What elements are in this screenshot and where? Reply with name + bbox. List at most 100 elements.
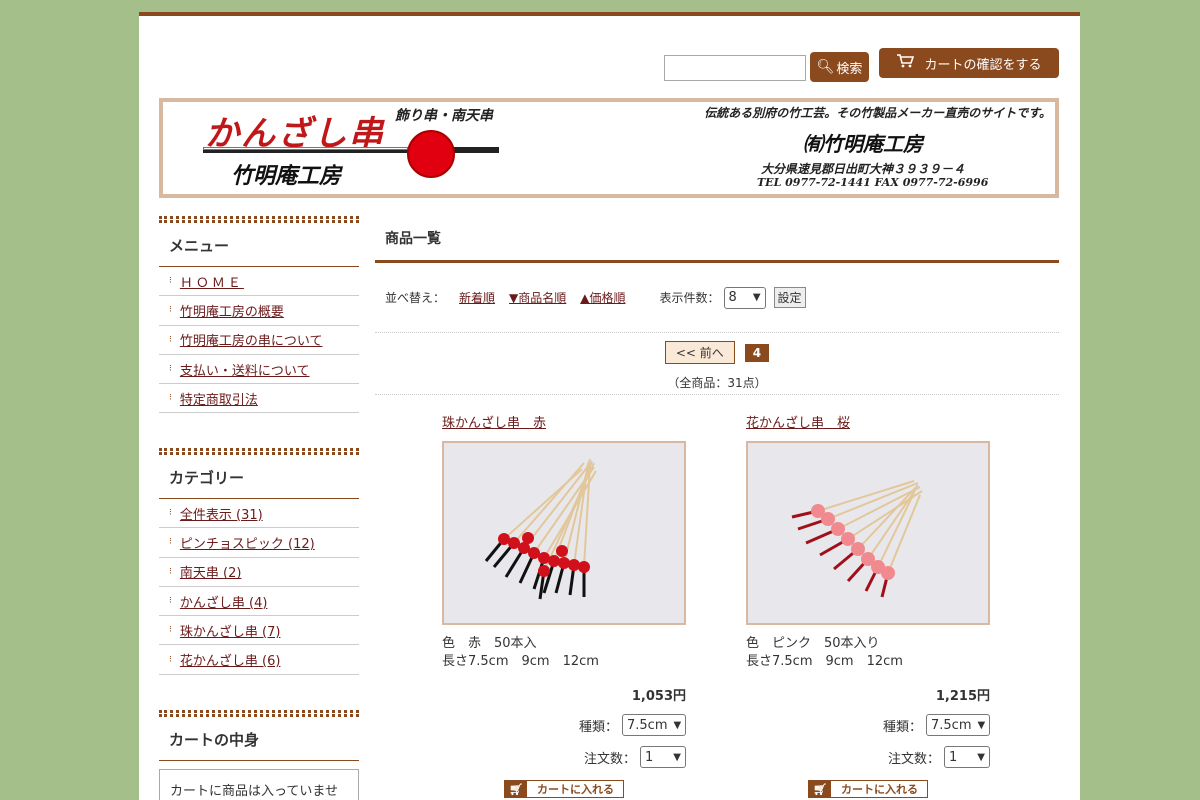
add-to-cart-button[interactable]: 🛒︎ カートに入れる — [504, 780, 624, 798]
product-color: 色 赤 50本入 — [442, 636, 537, 651]
sort-label: 並べ替え： — [385, 291, 446, 305]
logo-skewer-highlight — [203, 147, 408, 150]
prev-page-button[interactable]: << 前へ — [664, 341, 735, 364]
chevron-down-icon: ▼ — [752, 292, 761, 303]
cart-contents: カートに商品は入っていませ — [159, 769, 359, 800]
menu-item-skewers[interactable]: ⁝ 竹明庵工房の串について — [159, 326, 359, 355]
arrow-icon: ⁝ — [169, 393, 172, 404]
kind-value: 7.5cm — [931, 717, 972, 733]
site-banner[interactable]: かんざし串 飾り串・南天串 竹明庵工房 伝統ある別府の竹工芸。その竹製品メーカー… — [159, 98, 1059, 198]
category-item-pinchos[interactable]: ⁝ ピンチョスピック (12) — [159, 528, 359, 558]
kind-label: 種類： — [578, 719, 618, 735]
arrow-icon: ⁝ — [169, 364, 172, 375]
category-item-kanzashi[interactable]: ⁝ かんざし串 (4) — [159, 587, 359, 617]
arrow-icon: ⁝ — [169, 305, 172, 316]
category-item-all[interactable]: ⁝ 全件表示 (31) — [159, 499, 359, 529]
category-link[interactable]: ピンチョスピック (12) — [180, 533, 315, 552]
menu-link[interactable]: 特定商取引法 — [180, 389, 258, 408]
category-link[interactable]: かんざし串 (4) — [180, 592, 268, 611]
cart-icon — [896, 54, 915, 72]
product-description: 色 ピンク 50本入り 長さ7.5cm 9cm 12cm — [746, 635, 990, 671]
banner-company-name: ㈲竹明庵工房 — [803, 132, 923, 156]
page-container: 🔍︎ 検索 カートの確認をする かんざし串 飾り串・南天串 竹明庵工房 伝統ある… — [139, 12, 1080, 800]
page-title: 商品一覧 — [375, 228, 1059, 263]
kind-row: 種類： 7.5cm ▼ — [746, 714, 990, 736]
arrow-icon: ⁝ — [169, 566, 172, 577]
cart-title: カートの中身 — [159, 717, 359, 761]
main-content: 商品一覧 並べ替え： 新着順 ▼商品名順 ▲価格順 表示件数： 8 ▼ 設定 <… — [375, 228, 1059, 395]
menu-item-about[interactable]: ⁝ 竹明庵工房の概要 — [159, 296, 359, 326]
brand-logo-name: 竹明庵工房 — [231, 163, 342, 189]
category-link[interactable]: 花かんざし串 (6) — [180, 650, 281, 669]
product-image[interactable] — [746, 441, 990, 625]
search-input[interactable] — [664, 55, 806, 81]
arrow-icon: ⁝ — [169, 654, 172, 665]
product-price: 1,053円 — [631, 689, 686, 704]
view-cart-button[interactable]: カートの確認をする — [879, 48, 1059, 78]
banner-tagline: 伝統ある別府の竹工芸。その竹製品メーカー直売のサイトです。 — [704, 106, 1051, 120]
kind-label: 種類： — [882, 719, 922, 735]
kind-value: 7.5cm — [627, 717, 668, 733]
divider — [159, 216, 359, 223]
qty-row: 注文数： 1 ▼ — [442, 746, 686, 768]
product-description: 色 赤 50本入 長さ7.5cm 9cm 12cm — [442, 635, 686, 671]
chevron-down-icon: ▼ — [977, 751, 985, 763]
qty-label: 注文数： — [583, 751, 636, 767]
category-link[interactable]: 南天串 (2) — [180, 562, 242, 581]
add-to-cart-label: カートに入れる — [841, 783, 918, 796]
kind-select[interactable]: 7.5cm ▼ — [622, 714, 686, 736]
current-page: 4 — [744, 343, 770, 362]
category-title: カテゴリー — [159, 455, 359, 499]
add-to-cart-button[interactable]: 🛒︎ カートに入れる — [808, 780, 928, 798]
product-price: 1,215円 — [935, 689, 990, 704]
menu-link[interactable]: 竹明庵工房の串について — [180, 330, 323, 349]
menu-link[interactable]: ＨＯＭＥ — [180, 272, 244, 291]
category-item-tama[interactable]: ⁝ 珠かんざし串 (7) — [159, 616, 359, 646]
add-to-cart-label: カートに入れる — [537, 783, 614, 796]
divider — [159, 710, 359, 717]
total-count: （全商品：31点） — [667, 376, 767, 390]
arrow-icon: ⁝ — [169, 508, 172, 519]
product-title-link[interactable]: 珠かんざし串 赤 — [442, 416, 546, 431]
menu-item-payment[interactable]: ⁝ 支払い・送料について — [159, 355, 359, 385]
count-control: 表示件数： 8 ▼ 設定 — [660, 286, 806, 309]
arrow-icon: ⁝ — [169, 537, 172, 548]
menu-item-home[interactable]: ⁝ ＨＯＭＥ — [159, 267, 359, 297]
menu-link[interactable]: 支払い・送料について — [180, 360, 310, 379]
product-color: 色 ピンク 50本入り — [746, 636, 880, 651]
menu-link[interactable]: 竹明庵工房の概要 — [180, 301, 284, 320]
sort-newest-link[interactable]: 新着順 — [459, 289, 495, 306]
qty-select[interactable]: 1 ▼ — [640, 746, 686, 768]
product-card: 花かんざし串 桜 色 ピンク 50本入り 長さ7.5cm 9cm 12cm 1,… — [746, 412, 990, 798]
category-link[interactable]: 全件表示 (31) — [180, 504, 263, 523]
set-button[interactable]: 設定 — [773, 287, 806, 308]
qty-select[interactable]: 1 ▼ — [944, 746, 990, 768]
view-cart-label: カートの確認をする — [924, 57, 1042, 73]
category-item-hana[interactable]: ⁝ 花かんざし串 (6) — [159, 645, 359, 675]
kind-select[interactable]: 7.5cm ▼ — [926, 714, 990, 736]
divider — [159, 448, 359, 455]
chevron-down-icon: ▼ — [673, 751, 681, 763]
qty-label: 注文数： — [887, 751, 940, 767]
sort-bar: 並べ替え： 新着順 ▼商品名順 ▲価格順 表示件数： 8 ▼ 設定 — [375, 263, 1059, 333]
category-link[interactable]: 珠かんざし串 (7) — [180, 621, 281, 640]
chevron-down-icon: ▼ — [673, 719, 682, 731]
menu-item-legal[interactable]: ⁝ 特定商取引法 — [159, 384, 359, 414]
sidebar-category: カテゴリー ⁝ 全件表示 (31) ⁝ ピンチョスピック (12) ⁝ 南天串 (2)… — [159, 448, 359, 675]
banner-address: 大分県速見郡日出町大神３９３９－４ — [761, 162, 966, 176]
product-image[interactable] — [442, 441, 686, 625]
sort-price-link[interactable]: ▲価格順 — [580, 289, 625, 306]
chevron-down-icon: ▼ — [977, 719, 986, 731]
sidebar-cart: カートの中身 カートに商品は入っていませ — [159, 710, 359, 800]
count-select[interactable]: 8 ▼ — [723, 286, 766, 309]
qty-value: 1 — [949, 749, 958, 765]
product-title-link[interactable]: 花かんざし串 桜 — [746, 416, 850, 431]
sort-name-link[interactable]: ▼商品名順 — [509, 289, 566, 306]
search-button[interactable]: 🔍︎ 検索 — [810, 52, 869, 82]
category-item-nanten[interactable]: ⁝ 南天串 (2) — [159, 558, 359, 587]
banner-phone: TEL 0977-72-1441 FAX 0977-72-6996 — [757, 176, 989, 189]
product-length: 長さ7.5cm 9cm 12cm — [746, 654, 903, 669]
count-value: 8 — [728, 290, 737, 305]
arrow-icon: ⁝ — [169, 276, 172, 287]
kind-row: 種類： 7.5cm ▼ — [442, 714, 686, 736]
